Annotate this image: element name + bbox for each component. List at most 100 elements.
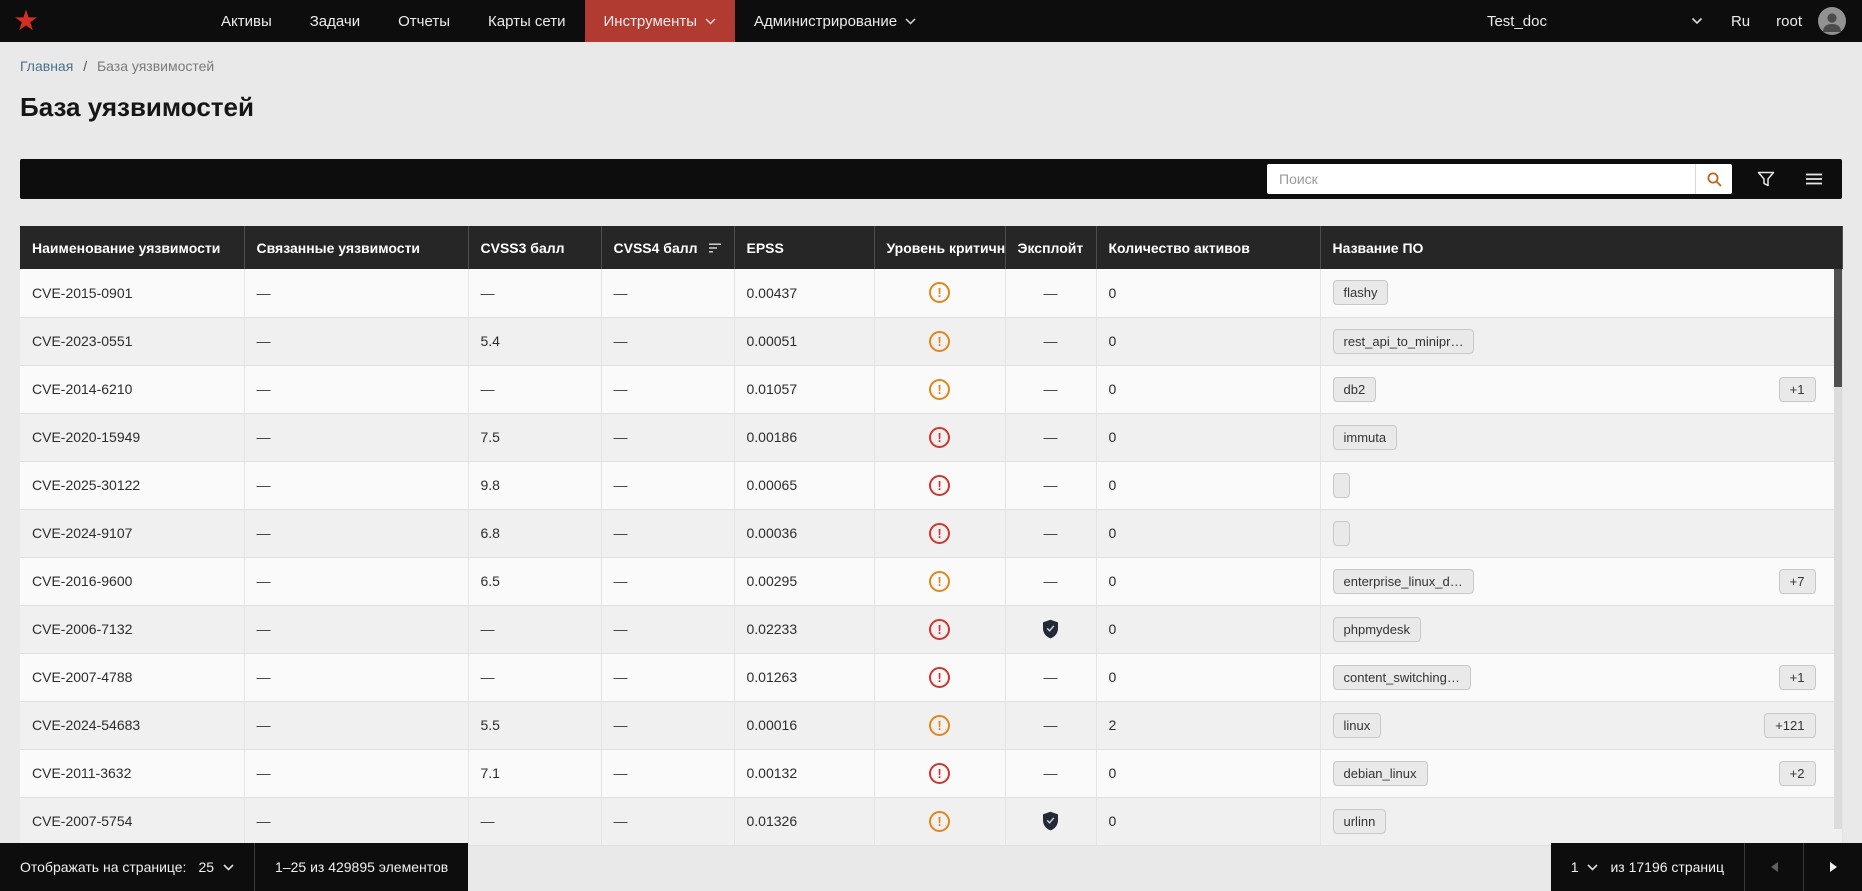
software-chip-list: phpmydesk	[1333, 617, 1830, 642]
table-row[interactable]: CVE-2016-9600—6.5—0.00295!—0enterprise_l…	[20, 557, 1842, 605]
column-header[interactable]: EPSS	[734, 226, 874, 269]
chevron-down-icon	[705, 18, 716, 25]
table-row[interactable]: CVE-2024-9107—6.8—0.00036!—0	[20, 509, 1842, 557]
page-select[interactable]: 1	[1571, 859, 1599, 875]
criticality-icon: !	[929, 331, 950, 352]
table-row[interactable]: CVE-2024-54683—5.5—0.00016!—2linux+121	[20, 701, 1842, 749]
table-row[interactable]: CVE-2015-0901———0.00437!—0flashy	[20, 269, 1842, 317]
exploit-cell: —	[1005, 749, 1096, 797]
table-row[interactable]: CVE-2007-5754———0.01326!0urlinn	[20, 797, 1842, 845]
table-row[interactable]: CVE-2014-6210———0.01057!—0db2+1	[20, 365, 1842, 413]
related-vulnerabilities-cell-value: —	[257, 717, 271, 733]
vulnerability-name-cell-value: CVE-2023-0551	[32, 333, 132, 349]
user-avatar[interactable]	[1818, 7, 1846, 35]
language-switch[interactable]: Ru	[1731, 13, 1750, 30]
cvss3-cell: 7.5	[468, 413, 601, 461]
per-page-select[interactable]: 25	[198, 859, 234, 875]
search-input[interactable]	[1267, 164, 1695, 194]
column-header-label: Наименование уязвимости	[32, 240, 220, 256]
related-vulnerabilities-cell: —	[244, 797, 468, 845]
table-toolbar	[20, 159, 1842, 199]
table-row[interactable]: CVE-2006-7132———0.02233!0phpmydesk	[20, 605, 1842, 653]
vertical-scrollbar[interactable]	[1834, 269, 1842, 829]
cvss3-cell-value: 6.5	[481, 573, 500, 589]
chevron-down-icon	[1587, 864, 1598, 871]
assets-count-cell-value: 0	[1109, 669, 1117, 685]
column-header-label: Уровень критичност	[887, 240, 1006, 256]
column-header[interactable]: CVSS4 балл	[601, 226, 734, 269]
table-row[interactable]: CVE-2007-4788———0.01263!—0content_switch…	[20, 653, 1842, 701]
pagination-right: 1 из 17196 страниц	[1551, 843, 1862, 891]
assets-count-cell-value: 0	[1109, 381, 1117, 397]
assets-count-cell: 0	[1096, 509, 1320, 557]
epss-cell: 0.00016	[734, 701, 874, 749]
nav-item-задачи[interactable]: Задачи	[291, 0, 379, 42]
vulnerabilities-table: Наименование уязвимости Связанные уязвимо…	[20, 226, 1842, 846]
table-row[interactable]: CVE-2011-3632—7.1—0.00132!—0debian_linux…	[20, 749, 1842, 797]
cvss3-cell: 9.8	[468, 461, 601, 509]
cvss3-cell-value: 6.8	[481, 525, 500, 541]
software-cell	[1320, 461, 1842, 509]
username[interactable]: root	[1776, 13, 1802, 30]
vulnerability-name-cell-value: CVE-2016-9600	[32, 573, 132, 589]
project-selector[interactable]: Test_doc	[1487, 13, 1703, 30]
assets-count-cell-value: 0	[1109, 525, 1117, 541]
table-row[interactable]: CVE-2023-0551—5.4—0.00051!—0rest_api_to_…	[20, 317, 1842, 365]
assets-count-cell-value: 0	[1109, 333, 1117, 349]
star-logo-icon	[14, 9, 38, 33]
more-software-chip[interactable]: +7	[1779, 569, 1816, 594]
related-vulnerabilities-cell-value: —	[257, 813, 271, 829]
cvss4-cell: —	[601, 701, 734, 749]
column-header[interactable]: Уровень критичност	[874, 226, 1005, 269]
assets-count-cell-value: 0	[1109, 813, 1117, 829]
nav-item-активы[interactable]: Активы	[202, 0, 291, 42]
related-vulnerabilities-cell-value: —	[257, 669, 271, 685]
exploit-empty: —	[1044, 525, 1058, 541]
nav-item-label: Карты сети	[488, 13, 566, 30]
software-chip: content_switching…	[1333, 665, 1471, 690]
related-vulnerabilities-cell-value: —	[257, 477, 271, 493]
column-header[interactable]: Связанные уязвимости	[244, 226, 468, 269]
cvss3-cell-value: 5.5	[481, 717, 500, 733]
column-header[interactable]: Название ПО	[1320, 226, 1842, 269]
column-header[interactable]: Эксплойт	[1005, 226, 1096, 269]
cvss4-cell: —	[601, 557, 734, 605]
criticality-cell: !	[874, 797, 1005, 845]
software-chip: debian_linux	[1333, 761, 1428, 786]
software-chip: urlinn	[1333, 809, 1387, 834]
more-software-chip[interactable]: +1	[1779, 665, 1816, 690]
epss-cell: 0.01057	[734, 365, 874, 413]
column-header[interactable]: Количество активов	[1096, 226, 1320, 269]
column-header[interactable]: CVSS3 балл	[468, 226, 601, 269]
nav-item-администрирование[interactable]: Администрирование	[735, 0, 935, 42]
more-software-chip[interactable]: +1	[1779, 377, 1816, 402]
list-settings-button[interactable]	[1800, 165, 1828, 193]
software-chip-list: enterprise_linux_d…+7	[1333, 569, 1830, 594]
search-button[interactable]	[1695, 164, 1732, 194]
table-row[interactable]: CVE-2025-30122—9.8—0.00065!—0	[20, 461, 1842, 509]
nav-item-карты сети[interactable]: Карты сети	[469, 0, 585, 42]
more-software-chip[interactable]: +2	[1779, 761, 1816, 786]
nav-item-отчеты[interactable]: Отчеты	[379, 0, 469, 42]
column-header-inner: EPSS	[747, 240, 862, 256]
cvss3-cell: —	[468, 269, 601, 317]
column-header[interactable]: Наименование уязвимости	[20, 226, 244, 269]
software-chip: phpmydesk	[1333, 617, 1421, 642]
breadcrumb-home-link[interactable]: Главная	[20, 58, 73, 74]
epss-cell: 0.01263	[734, 653, 874, 701]
app-logo[interactable]	[0, 0, 52, 42]
table-row[interactable]: CVE-2020-15949—7.5—0.00186!—0immuta	[20, 413, 1842, 461]
scrollbar-thumb[interactable]	[1834, 269, 1842, 387]
epss-cell-value: 0.00437	[747, 285, 798, 301]
nav-item-инструменты[interactable]: Инструменты	[585, 0, 736, 42]
table-header-row: Наименование уязвимости Связанные уязвимо…	[20, 226, 1842, 269]
nav-item-label: Отчеты	[398, 13, 450, 30]
software-chip-list: rest_api_to_minipr…	[1333, 329, 1830, 354]
vulnerability-name-cell: CVE-2006-7132	[20, 605, 244, 653]
next-page-button[interactable]	[1804, 843, 1862, 891]
more-software-chip[interactable]: +121	[1764, 713, 1815, 738]
cvss3-cell-value: 9.8	[481, 477, 500, 493]
prev-page-button[interactable]	[1745, 843, 1803, 891]
cvss4-cell-value: —	[614, 813, 628, 829]
filter-button[interactable]	[1752, 165, 1780, 193]
